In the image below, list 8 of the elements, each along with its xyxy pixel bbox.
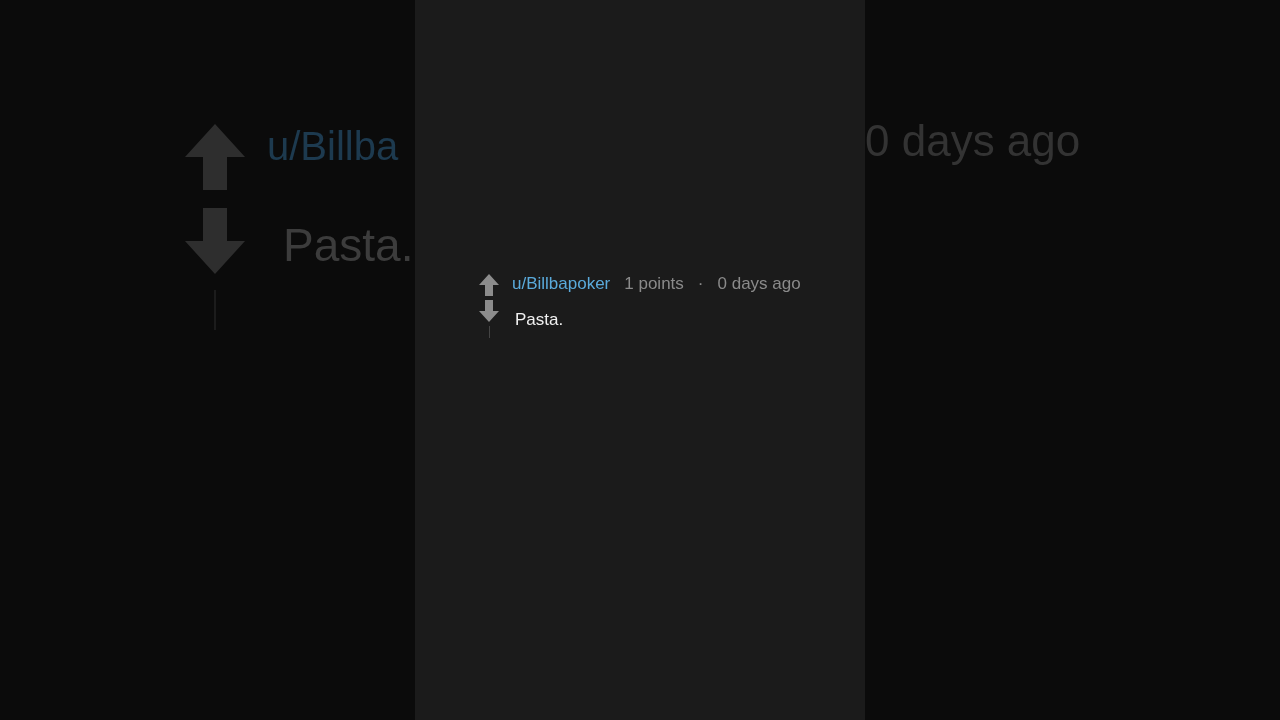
downvote-icon[interactable]	[479, 300, 499, 322]
points-count: 1 points	[624, 274, 684, 294]
separator-dot: ·	[697, 274, 704, 294]
username-link[interactable]: u/Billbapoker	[512, 274, 611, 294]
timestamp: 0 days ago	[717, 274, 801, 294]
username: u/Billba	[267, 123, 400, 170]
upvote-icon[interactable]	[479, 274, 499, 296]
comment-text: Pasta.	[515, 310, 565, 330]
